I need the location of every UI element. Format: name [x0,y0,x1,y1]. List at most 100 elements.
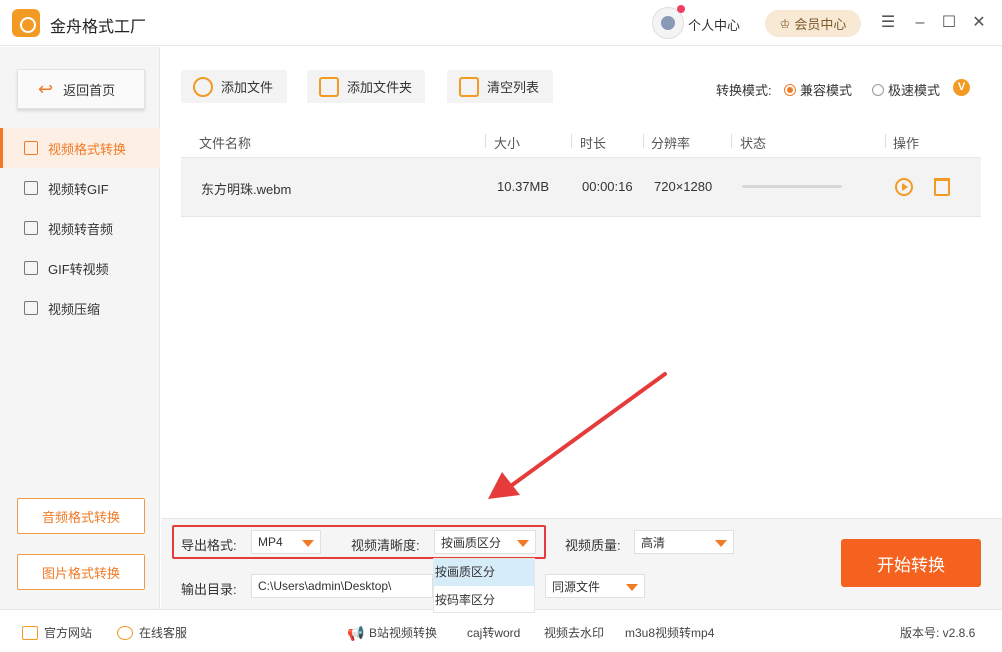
progress-bar [742,185,842,188]
sidebar-item-label: 视频压缩 [48,301,101,317]
trash-icon[interactable] [934,178,950,196]
column-divider [731,134,732,148]
app-title: 金舟格式工厂 [50,19,147,36]
home-button[interactable]: ↩ 返回首页 [17,69,145,109]
quality-label: 视频质量: [565,538,621,553]
clarity-dropdown: 按画质区分 按码率区分 [433,558,535,613]
link-label: caj转word [467,626,521,640]
version-label: 版本号: v2.8.6 [900,626,976,640]
mode-fast-label: 极速模式 [888,83,941,98]
play-icon[interactable] [895,178,913,196]
add-folder-button[interactable]: 添加文件夹 [307,70,425,103]
monitor-icon [22,625,38,640]
sidebar-item-label: 视频转GIF [48,181,109,197]
table-header: 文件名称 大小 时长 分辨率 状态 操作 [181,124,981,158]
quality-select[interactable]: 高清 [634,530,734,554]
headset-icon [117,625,133,640]
title-bar: 金舟格式工厂 个人中心 ♔ 会员中心 ☰ – ☐ ✕ [0,0,1002,46]
quality-value: 高清 [641,535,666,550]
clarity-select[interactable]: 按画质区分 [434,530,536,554]
sidebar: ↩ 返回首页 视频格式转换 视频转GIF 视频转音频 GIF转视频 视频压缩 音… [0,47,160,609]
export-format-select[interactable]: MP4 [251,530,321,554]
link-caj-word[interactable]: caj转word [467,624,520,641]
add-folder-label: 添加文件夹 [347,80,413,95]
vip-center-button[interactable]: ♔ 会员中心 [765,10,861,37]
clear-list-button[interactable]: 清空列表 [447,70,553,103]
column-divider [885,134,886,148]
add-file-button[interactable]: 添加文件 [181,70,287,103]
image-icon [24,181,38,195]
table-row[interactable]: 东方明珠.webm 10.37MB 00:00:16 720×1280 [181,158,981,217]
status-bar: 官方网站 在线客服 📢 B站视频转换 caj转word 视频去水印 m3u8视频… [0,609,1002,652]
link-bilibili[interactable]: 📢 B站视频转换 [347,624,437,641]
mode-fast-radio[interactable]: 极速模式 [872,80,940,99]
start-convert-button[interactable]: 开始转换 [841,539,981,587]
column-header: 状态 [740,136,767,151]
column-divider [571,134,572,148]
link-watermark[interactable]: 视频去水印 [544,624,604,641]
convert-mode-label: 转换模式: [716,83,772,98]
output-file-select[interactable]: 同源文件 [545,574,645,598]
export-format-label: 导出格式: [181,538,237,553]
column-header: 分辨率 [651,136,691,151]
maximize-icon[interactable]: ☐ [940,14,958,32]
service-label: 在线客服 [139,626,188,640]
website-link[interactable]: 官方网站 [22,624,92,641]
export-format-value: MP4 [258,535,283,549]
output-file-value: 同源文件 [552,579,601,594]
link-label: m3u8视频转mp4 [625,626,715,640]
radio-dot-icon [872,83,884,96]
radio-dot-icon [784,83,796,96]
file-size-cell: 10.37MB [497,179,550,194]
sidebar-item-video-compress[interactable]: 视频压缩 [0,288,160,328]
music-note-icon [24,221,38,235]
avatar-icon[interactable] [652,5,685,39]
clarity-value: 按画质区分 [441,535,502,550]
vip-badge-icon: V [953,79,970,96]
image-convert-button[interactable]: 图片格式转换 [17,554,145,590]
mode-compat-label: 兼容模式 [800,83,853,98]
compress-icon [24,301,38,315]
megaphone-icon: 📢 [347,624,365,641]
sidebar-item-gif-to-video[interactable]: GIF转视频 [0,248,160,288]
website-label: 官方网站 [44,626,93,640]
sidebar-item-label: 视频格式转换 [48,141,127,157]
column-divider [643,134,644,148]
clarity-option-quality[interactable]: 按画质区分 [434,559,534,586]
output-dir-input[interactable]: C:\Users\admin\Desktop\ [251,574,433,598]
column-header: 大小 [494,136,521,151]
audio-convert-button[interactable]: 音频格式转换 [17,498,145,534]
close-icon[interactable]: ✕ [970,14,988,32]
link-label: B站视频转换 [369,626,438,640]
video-file-icon [24,141,38,155]
home-button-label: 返回首页 [63,82,116,98]
menu-icon[interactable]: ☰ [879,14,897,32]
dropdown-caret-icon [517,540,529,547]
column-divider [485,134,486,148]
sidebar-item-video-convert[interactable]: 视频格式转换 [0,128,160,168]
back-arrow-icon: ↩ [38,78,54,99]
minimize-icon[interactable]: – [911,14,929,32]
user-center-link[interactable]: 个人中心 [688,15,740,34]
file-name-cell: 东方明珠.webm [201,182,292,197]
add-file-label: 添加文件 [221,80,274,95]
mode-compat-radio[interactable]: 兼容模式 [784,80,852,99]
folder-icon [319,76,339,97]
dropdown-caret-icon [302,540,314,547]
clarity-label: 视频清晰度: [351,538,420,553]
link-label: 视频去水印 [544,626,605,640]
sidebar-item-video-to-audio[interactable]: 视频转音频 [0,208,160,248]
sidebar-item-label: GIF转视频 [48,261,109,277]
column-header: 时长 [580,136,607,151]
link-m3u8[interactable]: m3u8视频转mp4 [625,624,714,641]
duration-cell: 00:00:16 [582,179,633,194]
app-logo-icon [12,9,40,37]
sidebar-item-video-to-gif[interactable]: 视频转GIF [0,168,160,208]
service-link[interactable]: 在线客服 [117,624,187,641]
output-dir-label: 输出目录: [181,582,237,597]
clarity-option-bitrate[interactable]: 按码率区分 [434,587,534,614]
vip-center-label: 会员中心 [794,17,847,32]
resolution-cell: 720×1280 [654,179,713,194]
sidebar-item-label: 视频转音频 [48,221,114,237]
clear-list-label: 清空列表 [487,80,540,95]
